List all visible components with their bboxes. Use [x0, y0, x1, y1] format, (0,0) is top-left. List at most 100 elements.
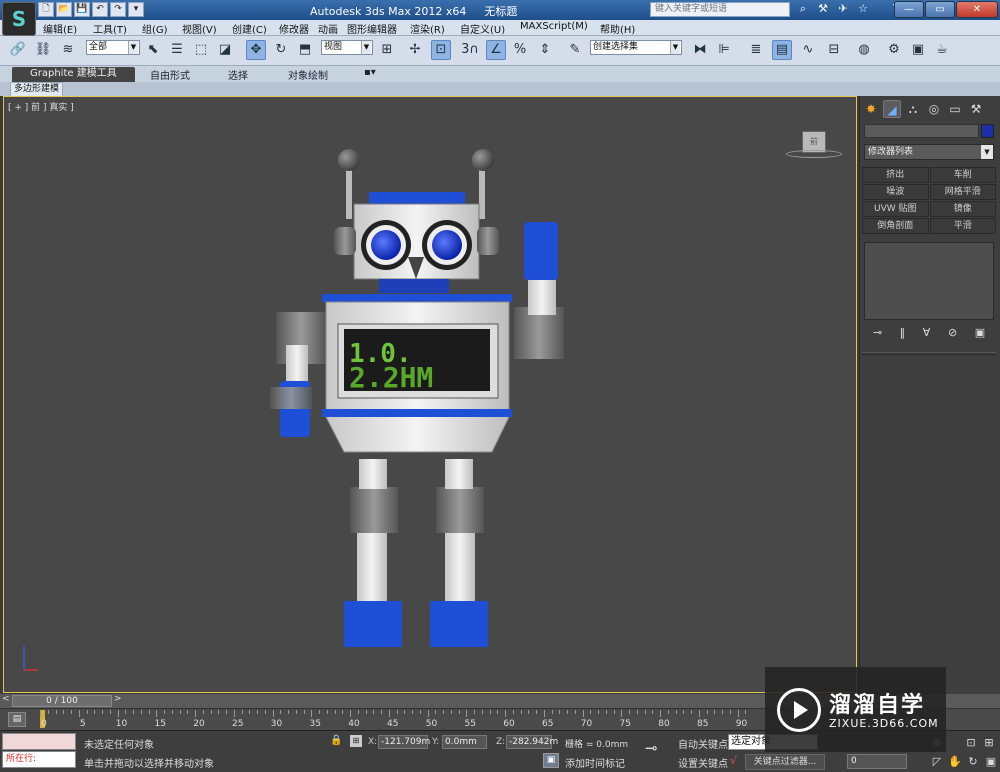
make-unique-icon[interactable]: ∀: [923, 326, 931, 342]
rect-selection-icon[interactable]: ⬚: [191, 40, 211, 60]
tab-freeform[interactable]: 自由形式: [150, 67, 190, 82]
mini-curve-editor-icon[interactable]: ▤: [8, 712, 26, 727]
render-setup-icon[interactable]: ⚙: [884, 40, 904, 60]
robot-model[interactable]: 1.0. 2.2HM: [4, 97, 857, 693]
polygon-modeling-panel[interactable]: 多边形建模: [10, 82, 64, 97]
time-tag-icon[interactable]: ▣: [543, 753, 559, 768]
set-key-button[interactable]: 设置关键点: [678, 755, 728, 770]
graphite-toggle-icon[interactable]: ▤: [772, 40, 792, 60]
bind-space-warp-icon[interactable]: ≋: [58, 40, 78, 60]
modifier-stack[interactable]: [864, 242, 994, 320]
mirror-button[interactable]: 镜像: [929, 201, 996, 217]
open-file-icon[interactable]: 📂: [56, 2, 72, 17]
snaps-toggle-icon[interactable]: 3∩: [460, 40, 480, 60]
next-frame-icon[interactable]: >: [114, 694, 122, 704]
track-ruler[interactable]: 0 5 10 15 20 25 30 35 40 45 50 55 60 65 70 75 80 85 90: [40, 709, 750, 731]
pin-stack-icon[interactable]: ⊸: [873, 326, 882, 342]
field-of-view-icon[interactable]: ◸: [930, 755, 944, 769]
menu-modifiers[interactable]: 修改器: [279, 21, 309, 36]
unlink-icon[interactable]: ⛓: [33, 40, 53, 60]
menu-create[interactable]: 创建(C): [232, 21, 267, 36]
key-filters-button[interactable]: 关键点过滤器...: [745, 754, 825, 770]
smooth-button[interactable]: 平滑: [929, 218, 996, 234]
modify-tab-icon[interactable]: ◢: [883, 100, 901, 118]
zoom-all-icon[interactable]: ⊞: [982, 736, 996, 750]
align-icon[interactable]: ⊫: [714, 40, 734, 60]
percent-snap-icon[interactable]: %: [510, 40, 530, 60]
mirror-icon[interactable]: ⧓: [690, 40, 710, 60]
orbit-icon[interactable]: ↻: [966, 755, 980, 769]
menu-rendering[interactable]: 渲染(R): [410, 21, 445, 36]
lathe-button[interactable]: 车削: [929, 167, 996, 183]
select-link-icon[interactable]: 🔗: [8, 40, 28, 60]
new-file-icon[interactable]: 🗋: [38, 2, 54, 17]
tab-graphite[interactable]: Graphite 建模工具: [12, 67, 135, 82]
menu-graph-editors[interactable]: 图形编辑器: [347, 21, 397, 36]
search-input[interactable]: 键入关键字或短语: [650, 2, 790, 17]
redo-icon[interactable]: ↷: [110, 2, 126, 17]
remove-modifier-icon[interactable]: ⊘: [948, 326, 957, 342]
undo-icon[interactable]: ↶: [92, 2, 108, 17]
menu-maxscript[interactable]: MAXScript(M): [520, 21, 588, 32]
curve-editor-icon[interactable]: ∿: [798, 40, 818, 60]
z-coordinate-field[interactable]: -282.942m: [506, 735, 558, 749]
utilities-tab-icon[interactable]: ⚒: [967, 100, 985, 118]
schematic-view-icon[interactable]: ⊟: [824, 40, 844, 60]
qat-dropdown-icon[interactable]: ▾: [128, 2, 144, 17]
configure-sets-icon[interactable]: ▣: [975, 326, 985, 342]
menu-animation[interactable]: 动画: [318, 21, 338, 36]
running-line-field[interactable]: 所在行:: [2, 751, 76, 768]
angle-snap-icon[interactable]: ∠: [486, 40, 506, 60]
ref-coord-dropdown[interactable]: 视图 ▼: [321, 40, 373, 55]
zoom-extents-icon[interactable]: ⊡: [964, 736, 978, 750]
menu-views[interactable]: 视图(V): [182, 21, 217, 36]
menu-help[interactable]: 帮助(H): [600, 21, 635, 36]
tab-object-paint[interactable]: 对象绘制: [288, 67, 328, 82]
object-color-swatch[interactable]: [981, 124, 994, 138]
hierarchy-tab-icon[interactable]: ⛬: [904, 100, 922, 118]
pan-hand-icon[interactable]: ✋: [948, 755, 962, 769]
bevel-profile-button[interactable]: 倒角剖面: [862, 218, 929, 234]
menu-group[interactable]: 组(G): [142, 21, 168, 36]
select-object-icon[interactable]: ⬉: [143, 40, 163, 60]
select-move-icon[interactable]: ✥: [246, 40, 266, 60]
layer-manager-icon[interactable]: ≣: [746, 40, 766, 60]
tab-selection[interactable]: 选择: [228, 67, 248, 82]
uvw-map-button[interactable]: UVW 贴图: [862, 201, 929, 217]
add-time-tag-button[interactable]: 添加时间标记: [565, 755, 625, 770]
selection-lock-icon[interactable]: 🔒: [330, 735, 342, 746]
render-teapot-icon[interactable]: ☕: [932, 40, 952, 60]
menu-edit[interactable]: 编辑(E): [43, 21, 77, 36]
modifier-list-dropdown[interactable]: 修改器列表 ▼: [864, 144, 994, 160]
prev-frame-icon[interactable]: <: [2, 694, 10, 704]
pivot-center-icon[interactable]: ⊞: [377, 40, 397, 60]
binoculars-icon[interactable]: ⌕: [795, 1, 811, 17]
select-rotate-icon[interactable]: ↻: [271, 40, 291, 60]
menu-customize[interactable]: 自定义(U): [460, 21, 505, 36]
time-slider[interactable]: 0 / 100: [12, 695, 112, 707]
y-coordinate-field[interactable]: 0.0mm: [442, 735, 487, 749]
edit-named-selection-icon[interactable]: ✎: [565, 40, 585, 60]
named-selection-dropdown[interactable]: 创建选择集 ▼: [590, 40, 682, 55]
object-name-field[interactable]: [864, 124, 979, 138]
noise-button[interactable]: 噪波: [862, 184, 929, 200]
maximize-button[interactable]: ▭: [925, 1, 955, 18]
manipulate-icon[interactable]: ✢: [405, 40, 425, 60]
close-button[interactable]: ✕: [956, 1, 998, 18]
meshsmooth-button[interactable]: 网格平滑: [929, 184, 996, 200]
motion-tab-icon[interactable]: ◎: [925, 100, 943, 118]
rendered-frame-icon[interactable]: ▣: [908, 40, 928, 60]
material-editor-icon[interactable]: ◍: [854, 40, 874, 60]
window-crossing-icon[interactable]: ◪: [215, 40, 235, 60]
show-end-result-icon[interactable]: ‖: [900, 326, 906, 342]
minimize-button[interactable]: —: [894, 1, 924, 18]
save-icon[interactable]: 💾: [74, 2, 90, 17]
front-viewport[interactable]: [ + ] 前 ] 真实 ] 前 1.0. 2.2HM: [3, 96, 857, 693]
auto-key-button[interactable]: 自动关键点: [678, 736, 728, 751]
x-coordinate-field[interactable]: -121.709m: [378, 735, 430, 749]
display-tab-icon[interactable]: ▭: [946, 100, 964, 118]
select-scale-icon[interactable]: ⬒: [295, 40, 315, 60]
absolute-mode-icon[interactable]: ⊞: [350, 735, 362, 747]
extrude-button[interactable]: 挤出: [862, 167, 929, 183]
favorites-icon[interactable]: ☆: [855, 1, 871, 17]
